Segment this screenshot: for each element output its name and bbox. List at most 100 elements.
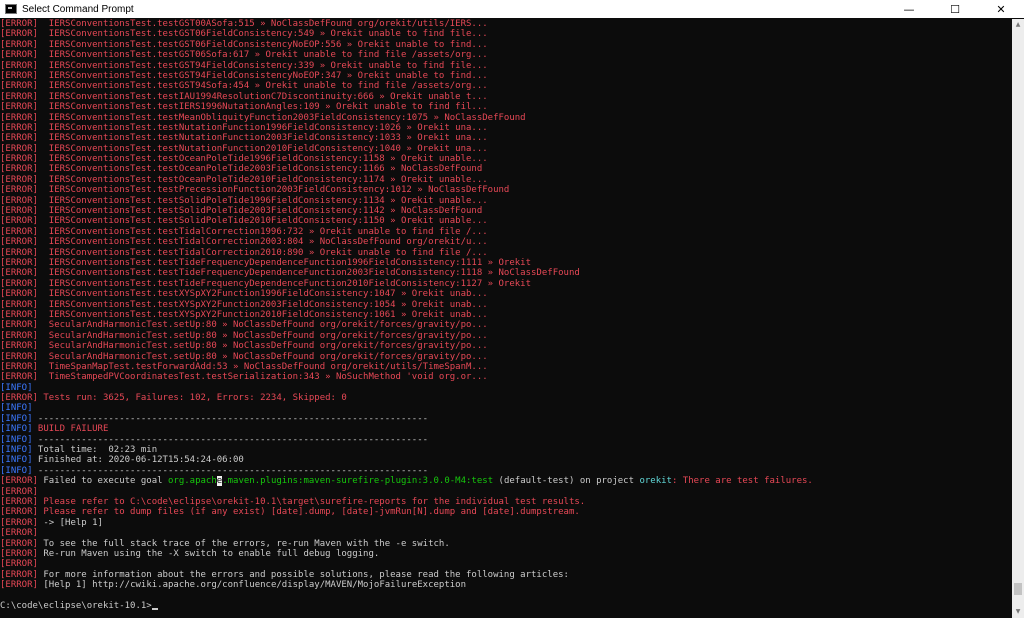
test-error-message: SecularAndHarmonicTest.setUp:80 » NoClas… [37, 341, 488, 352]
terminal-line: [ERROR] Failed to execute goal org.apach… [0, 476, 813, 487]
error-tag: [ERROR] [0, 174, 38, 185]
error-tag: [ERROR] [0, 133, 38, 144]
terminal-line: [ERROR] Please refer to dump files (if a… [0, 507, 580, 518]
error-tag: [ERROR] [0, 195, 38, 206]
project-name: orekit [639, 476, 672, 487]
test-error-message: IERSConventionsTest.testGST00ASofa:515 »… [37, 19, 488, 29]
test-error-message: IERSConventionsTest.testPrecessionFuncti… [37, 185, 510, 196]
test-error-message: IERSConventionsTest.testSolidPoleTide199… [37, 195, 488, 206]
test-error-message: TimeSpanMapTest.testForwardAdd:53 » NoCl… [37, 361, 488, 372]
error-tag: [ERROR] [0, 216, 38, 227]
error-tag: [ERROR] [0, 341, 38, 352]
test-error-line: [ERROR] IERSConventionsTest.testGST06Fie… [0, 40, 1012, 50]
test-error-line: [ERROR] IERSConventionsTest.testSolidPol… [0, 206, 1012, 216]
terminal-line: [INFO] ---------------------------------… [0, 413, 429, 424]
finished-at-text: Finished at: 2020-06-12T15:54:24-06:00 [32, 455, 244, 466]
test-error-message: SecularAndHarmonicTest.setUp:80 » NoClas… [37, 351, 488, 362]
error-tag: [ERROR] [0, 29, 38, 40]
error-tag: [ERROR] [0, 351, 38, 362]
test-error-line: [ERROR] IERSConventionsTest.testGST06Fie… [0, 29, 1012, 39]
test-error-line: [ERROR] IERSConventionsTest.testTidalCor… [0, 227, 1012, 237]
error-tag: [ERROR] [0, 50, 38, 61]
test-error-line: [ERROR] IERSConventionsTest.testSolidPol… [0, 196, 1012, 206]
command-prompt-line[interactable]: C:\code\eclipse\orekit-10.1> [0, 601, 1012, 611]
test-error-message: SecularAndHarmonicTest.setUp:80 » NoClas… [37, 320, 488, 331]
terminal-line: [INFO] Finished at: 2020-06-12T15:54:24-… [0, 455, 244, 466]
test-error-line: [ERROR] IERSConventionsTest.testOceanPol… [0, 154, 1012, 164]
test-error-message: IERSConventionsTest.testOceanPoleTide201… [37, 174, 488, 185]
test-error-line: [ERROR] SecularAndHarmonicTest.setUp:80 … [0, 341, 1012, 351]
error-tag: [ERROR] [0, 372, 38, 383]
test-error-line: [ERROR] IERSConventionsTest.testTideFreq… [0, 268, 1012, 278]
error-tag: [ERROR] [0, 91, 38, 102]
surefire-reports-hint: Please refer to C:\code\eclipse\orekit-1… [37, 496, 586, 507]
test-error-line: [ERROR] IERSConventionsTest.testGST94Fie… [0, 71, 1012, 81]
test-error-message: SecularAndHarmonicTest.setUp:80 » NoClas… [37, 330, 488, 341]
error-tag: [ERROR] [0, 70, 38, 81]
terminal-line: [ERROR] [0, 528, 38, 539]
command-prompt-window: Select Command Prompt — ☐ ✕ [ERROR] IERS… [0, 0, 1024, 618]
test-error-line: [ERROR] TimeSpanMapTest.testForwardAdd:5… [0, 362, 1012, 372]
test-error-message: IERSConventionsTest.testGST94Sofa:454 » … [37, 81, 488, 92]
command-prompt-icon [5, 4, 17, 14]
error-tag: [ERROR] [0, 185, 38, 196]
terminal-output[interactable]: [ERROR] IERSConventionsTest.testGST00ASo… [0, 19, 1012, 618]
separator-line: ----------------------------------------… [32, 413, 429, 424]
test-error-line: [ERROR] SecularAndHarmonicTest.setUp:80 … [0, 320, 1012, 330]
vertical-scrollbar[interactable]: ▲ ▼ [1012, 19, 1024, 618]
error-tag: [ERROR] [0, 330, 38, 341]
test-error-line: [ERROR] IERSConventionsTest.testOceanPol… [0, 175, 1012, 185]
terminal-line: [ERROR] -> [Help 1] [0, 517, 103, 528]
test-error-message: IERSConventionsTest.testTidalCorrection2… [37, 237, 488, 248]
test-error-line: [ERROR] IERSConventionsTest.testGST94Sof… [0, 81, 1012, 91]
error-tag: [ERROR] [0, 361, 38, 372]
error-tag: [ERROR] [0, 164, 38, 175]
terminal-line: [ERROR] [Help 1] http://cwiki.apache.org… [0, 580, 467, 591]
window-controls: — ☐ ✕ [886, 0, 1024, 18]
plugin-goal: org.apach [167, 476, 217, 487]
scrollbar-thumb[interactable] [1014, 582, 1022, 595]
close-button[interactable]: ✕ [978, 0, 1024, 18]
error-tag: [ERROR] [0, 237, 38, 248]
test-error-line: [ERROR] IERSConventionsTest.testTideFreq… [0, 279, 1012, 289]
terminal-line: [INFO] [0, 382, 33, 393]
test-error-message: IERSConventionsTest.testTidalCorrection1… [37, 226, 488, 237]
error-tag: [ERROR] [0, 309, 38, 320]
test-error-message: IERSConventionsTest.testNutationFunction… [37, 143, 488, 154]
test-error-message: IERSConventionsTest.testTideFrequencyDep… [37, 257, 532, 268]
terminal-line: [ERROR] Tests run: 3625, Failures: 102, … [0, 393, 347, 404]
test-error-line: [ERROR] IERSConventionsTest.testNutation… [0, 123, 1012, 133]
test-error-line: [ERROR] IERSConventionsTest.testXYSpXY2F… [0, 310, 1012, 320]
help-link[interactable]: http://cwiki.apache.org/confluence/displ… [87, 580, 466, 590]
dump-files-hint: Please refer to dump files (if any exist… [37, 507, 580, 518]
test-error-message: IERSConventionsTest.testTideFrequencyDep… [37, 278, 532, 289]
separator-line: ----------------------------------------… [32, 434, 429, 445]
test-error-message: IERSConventionsTest.testSolidPoleTide200… [37, 206, 483, 217]
terminal-line: [INFO] Total time: 02:23 min [0, 445, 158, 456]
scroll-down-arrow-icon[interactable]: ▼ [1012, 606, 1024, 618]
terminal-line: [ERROR] Re-run Maven using the -X switch… [0, 548, 380, 559]
test-error-message: IERSConventionsTest.testGST06Sofa:617 » … [37, 50, 488, 61]
error-tag: [ERROR] [0, 60, 38, 71]
error-tag: [ERROR] [0, 39, 38, 50]
window-title: Select Command Prompt [22, 3, 134, 15]
title-bar[interactable]: Select Command Prompt — ☐ ✕ [0, 0, 1024, 18]
test-error-message: IERSConventionsTest.testOceanPoleTide199… [37, 154, 488, 165]
test-error-line: [ERROR] SecularAndHarmonicTest.setUp:80 … [0, 352, 1012, 362]
tests-summary: Tests run: 3625, Failures: 102, Errors: … [37, 393, 347, 404]
error-tag: [ERROR] [0, 226, 38, 237]
maximize-button[interactable]: ☐ [932, 0, 978, 18]
error-tag: [ERROR] [0, 257, 38, 268]
terminal-line: [ERROR] For more information about the e… [0, 569, 569, 580]
minimize-button[interactable]: — [886, 0, 932, 18]
test-error-line: [ERROR] IERSConventionsTest.testMeanObli… [0, 113, 1012, 123]
test-error-message: IERSConventionsTest.testXYSpXY2Function1… [37, 289, 488, 300]
terminal-line: [ERROR] Please refer to C:\code\eclipse\… [0, 496, 586, 507]
error-tag: [ERROR] [0, 143, 38, 154]
error-tag: [ERROR] [0, 268, 38, 279]
error-tag: [ERROR] [0, 19, 38, 29]
error-tag: [ERROR] [0, 278, 38, 289]
test-error-line: [ERROR] IERSConventionsTest.testIAU1994R… [0, 92, 1012, 102]
scroll-up-arrow-icon[interactable]: ▲ [1012, 19, 1024, 31]
